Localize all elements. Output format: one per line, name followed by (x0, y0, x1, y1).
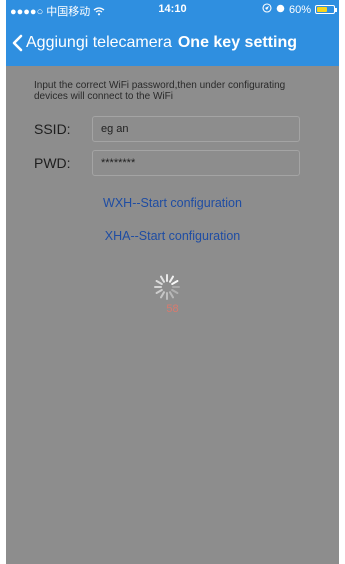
battery-percent: 60% (288, 3, 311, 16)
spinner-spoke (171, 289, 179, 294)
status-right: 60% (262, 3, 337, 16)
password-input[interactable] (92, 150, 300, 176)
navigation-bar: Aggiungi telecamera One key setting (6, 20, 339, 66)
chevron-left-icon (10, 34, 24, 52)
wifi-setup-panel: Input the correct WiFi password,then und… (6, 66, 339, 564)
spinner-spoke (155, 280, 163, 285)
ssid-row: SSID: (34, 116, 300, 142)
xha-start-config-button[interactable]: XHA--Start configuration (6, 229, 339, 243)
spinner-spoke (160, 291, 165, 299)
wxh-start-config-button[interactable]: WXH--Start configuration (6, 196, 339, 210)
ssid-label: SSID: (34, 121, 71, 137)
loading-spinner-icon (152, 272, 182, 302)
spinner-spoke (171, 280, 179, 285)
location-icon (262, 3, 272, 16)
countdown-value: 58 (166, 303, 179, 315)
spinner-spoke (160, 275, 165, 283)
battery-icon (315, 5, 337, 14)
alarm-icon (276, 3, 285, 16)
status-bar: ●●●●○ 中国移动 14:10 60% (6, 0, 339, 20)
spinner-spoke (155, 289, 163, 294)
back-button[interactable]: Aggiungi telecamera (10, 29, 172, 57)
ssid-input[interactable] (92, 116, 300, 142)
pwd-row: PWD: (34, 150, 300, 176)
pwd-label: PWD: (34, 155, 71, 171)
instruction-text: Input the correct WiFi password,then und… (34, 80, 286, 102)
spinner-spoke (169, 275, 174, 283)
battery-level-fill (317, 7, 327, 12)
back-label: Aggiungi telecamera (26, 34, 172, 51)
page-title: One key setting (177, 34, 297, 51)
app-screen: ●●●●○ 中国移动 14:10 60% Aggiungi telecamera… (6, 0, 339, 564)
spinner-spoke (169, 291, 174, 299)
